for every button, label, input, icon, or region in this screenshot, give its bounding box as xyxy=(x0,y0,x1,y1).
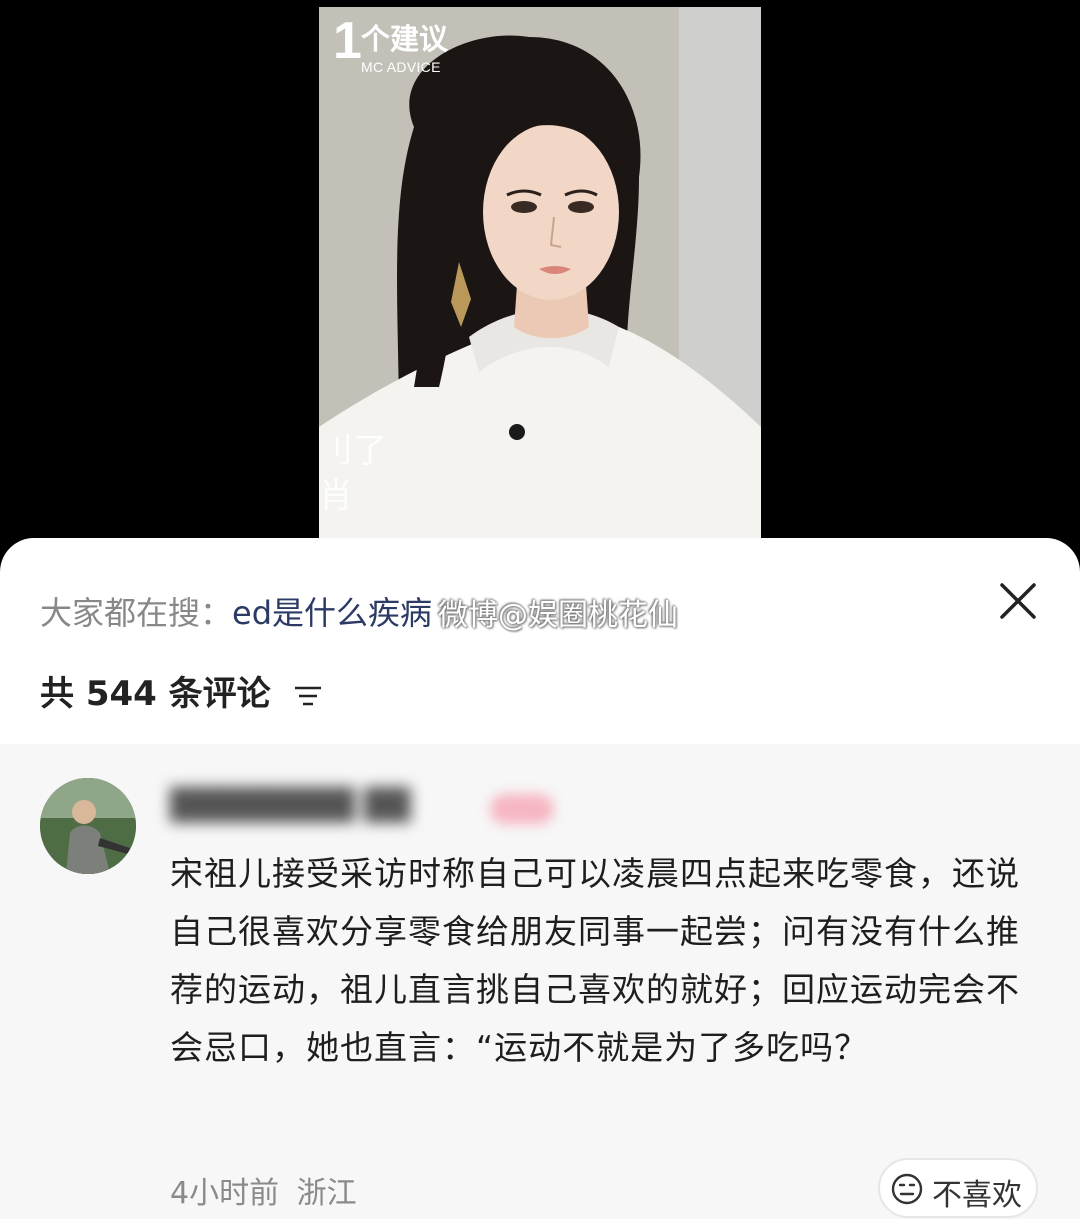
comment-count-row[interactable]: 共 544 条评论 xyxy=(40,666,323,715)
avatar[interactable] xyxy=(40,778,136,874)
trending-search-prefix: 大家都在搜： xyxy=(40,594,233,632)
user-badge-blurred xyxy=(490,794,554,824)
comment-sheet: 大家都在搜：ed是什么疾病 微博@娱圈桃花仙 共 544 条评论 ███████… xyxy=(0,538,1080,1219)
username-blurred[interactable]: ████████ ██ xyxy=(170,788,410,823)
trending-search-query[interactable]: ed是什么疾病 xyxy=(232,594,432,632)
user-avatar-image xyxy=(40,778,136,874)
sort-lines-icon[interactable] xyxy=(293,684,323,708)
unhappy-face-icon xyxy=(891,1173,923,1205)
close-button[interactable] xyxy=(990,573,1046,629)
dislike-label: 不喜欢 xyxy=(932,1178,1022,1213)
trending-search[interactable]: 大家都在搜：ed是什么疾病 xyxy=(40,588,432,634)
brand-title: 个建议 xyxy=(361,22,449,56)
watermark: 微博@娱圈桃花仙 xyxy=(438,598,678,633)
comment-time: 4小时前 xyxy=(170,1176,280,1211)
comment-count: 共 544 条评论 xyxy=(40,674,271,714)
portrait-photo: 刂了 肖 xyxy=(319,7,761,552)
brand-number: 1 xyxy=(333,12,362,70)
svg-text:肖: 肖 xyxy=(319,476,353,516)
comment-location: 浙江 xyxy=(296,1176,357,1211)
comment-item: ████████ ██ 宋祖儿接受采访时称自己可以凌晨四点起来吃零食，还说自己很… xyxy=(0,744,1080,1219)
dislike-button[interactable]: 不喜欢 xyxy=(878,1158,1038,1218)
svg-text:刂了: 刂了 xyxy=(319,431,387,471)
brand-subtitle: MC ADVICE xyxy=(361,59,441,75)
comment-text: 宋祖儿接受采访时称自己可以凌晨四点起来吃零食，还说自己很喜欢分享零食给朋友同事一… xyxy=(170,854,1020,1067)
video-frame[interactable]: 刂了 肖 1 个建议 MC ADVICE xyxy=(319,7,761,552)
close-icon xyxy=(1000,583,1036,619)
comment-meta: 4小时前 浙江 xyxy=(170,1168,357,1212)
